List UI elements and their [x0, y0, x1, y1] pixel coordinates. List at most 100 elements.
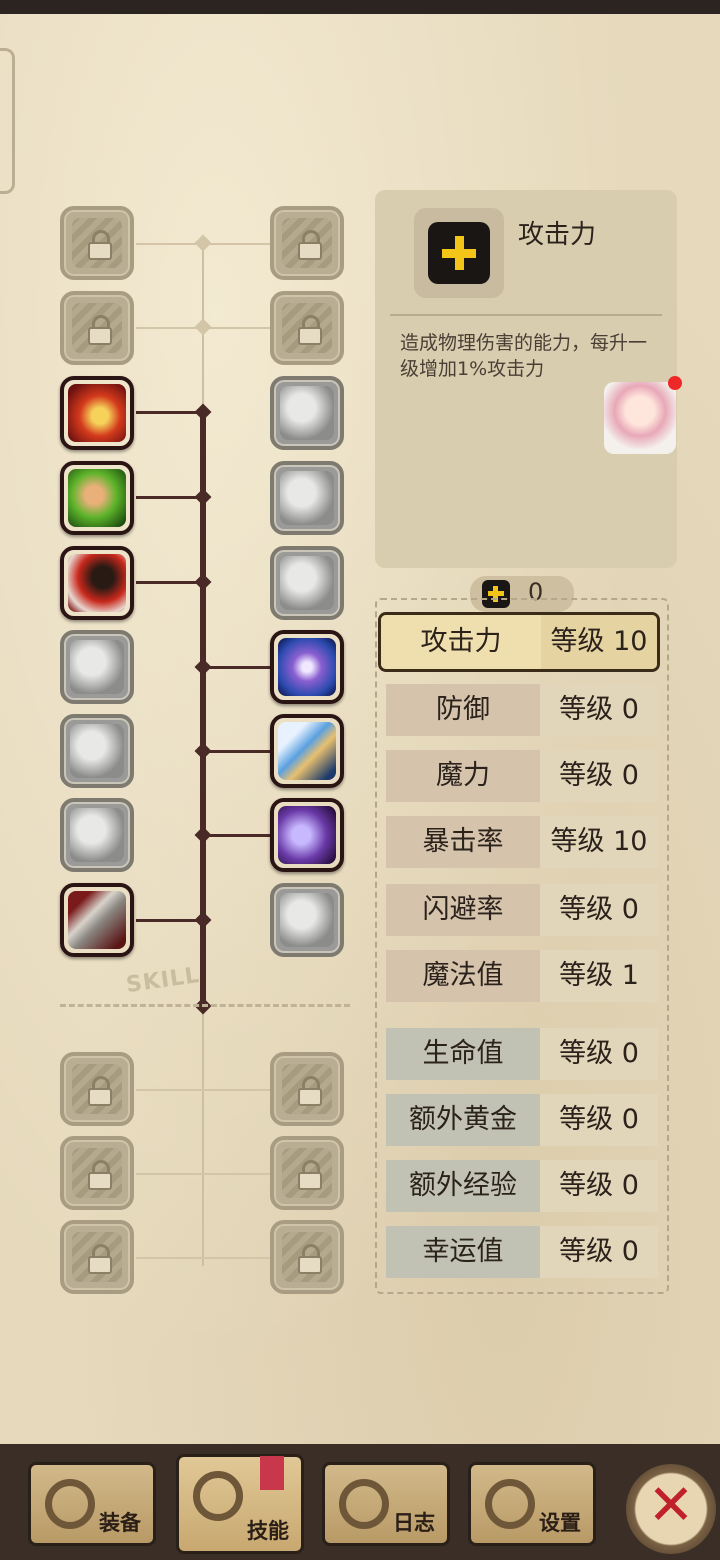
skill-slot-locked[interactable]: [270, 1052, 344, 1126]
avatar[interactable]: [604, 382, 676, 454]
skill-slot-locked[interactable]: [270, 1220, 344, 1294]
skill-slot-inactive[interactable]: [270, 546, 344, 620]
skill-slot-locked[interactable]: [60, 1136, 134, 1210]
stat-level: 等级 10: [540, 816, 658, 868]
stat-level: 等级 0: [540, 884, 658, 936]
stat-name: 魔力: [386, 750, 540, 802]
stat-level: 等级 0: [540, 1226, 658, 1278]
tree-node: [194, 742, 212, 760]
tree-branch: [136, 496, 203, 499]
tree-branch: [203, 750, 270, 753]
lock-icon: [298, 315, 322, 345]
nav-label: 技能: [247, 1519, 289, 1543]
skill-slot-locked[interactable]: [60, 1052, 134, 1126]
nav-equipment-button[interactable]: 装备: [28, 1462, 156, 1546]
lock-icon: [88, 230, 112, 260]
tier-divider: [60, 1004, 350, 1007]
info-description: 造成物理伤害的能力，每升一级增加1%攻击力: [400, 332, 648, 380]
lock-icon: [88, 1244, 112, 1274]
book-icon: [339, 1479, 389, 1529]
tree-branch: [136, 919, 203, 922]
nav-log-button[interactable]: 日志: [322, 1462, 450, 1546]
stat-row-mana[interactable]: 魔法值 等级 1: [386, 950, 658, 1002]
stat-row-defense[interactable]: 防御 等级 0: [386, 684, 658, 736]
stat-name: 攻击力: [381, 615, 541, 669]
tree-node: [194, 911, 212, 929]
stat-name: 生命值: [386, 1028, 540, 1080]
skill-slot-inactive[interactable]: [60, 630, 134, 704]
tree-branch: [136, 1173, 270, 1175]
stat-row-gold[interactable]: 额外黄金 等级 0: [386, 1094, 658, 1146]
tree-branch: [203, 834, 270, 837]
tree-branch: [136, 1089, 270, 1091]
skill-icon: [193, 1471, 243, 1521]
skill-slot-rage[interactable]: [60, 376, 134, 450]
tree-branch: [136, 581, 203, 584]
skill-slot-inactive[interactable]: [60, 714, 134, 788]
skill-slot-locked[interactable]: [270, 291, 344, 365]
skill-slot-inactive[interactable]: [60, 798, 134, 872]
stat-row-dodge[interactable]: 闪避率 等级 0: [386, 884, 658, 936]
stat-name: 暴击率: [386, 816, 540, 868]
nav-settings-button[interactable]: 设置: [468, 1462, 596, 1546]
skill-slot-locked[interactable]: [270, 1136, 344, 1210]
skill-slot-locked[interactable]: [60, 206, 134, 280]
tree-node: [194, 488, 212, 506]
gear-icon: [485, 1479, 535, 1529]
stat-name: 额外经验: [386, 1160, 540, 1212]
lock-icon: [298, 230, 322, 260]
stat-level: 等级 10: [541, 615, 657, 669]
stat-name: 幸运值: [386, 1226, 540, 1278]
skill-slot-curse[interactable]: [270, 798, 344, 872]
tree-node: [194, 403, 212, 421]
tree-node: [194, 318, 212, 336]
stat-level: 等级 0: [540, 1094, 658, 1146]
skill-slot-slash[interactable]: [270, 714, 344, 788]
tree-branch: [203, 666, 270, 669]
axe-icon: [45, 1479, 95, 1529]
skill-tier-label: SKILL: [124, 962, 202, 999]
close-button[interactable]: ✕: [626, 1464, 716, 1554]
skill-slot-strike[interactable]: [60, 546, 134, 620]
stat-row-crit[interactable]: 暴击率 等级 10: [386, 816, 658, 868]
info-divider: [390, 314, 662, 316]
stat-level: 等级 0: [540, 684, 658, 736]
nav-label: 日志: [393, 1511, 435, 1535]
stat-level: 等级 0: [540, 750, 658, 802]
skill-slot-locked[interactable]: [270, 206, 344, 280]
stat-row-magic[interactable]: 魔力 等级 0: [386, 750, 658, 802]
nav-label: 装备: [99, 1511, 141, 1535]
tree-node: [194, 658, 212, 676]
stat-row-luck[interactable]: 幸运值 等级 0: [386, 1226, 658, 1278]
plus-icon: [428, 222, 490, 284]
stat-row-exp[interactable]: 额外经验 等级 0: [386, 1160, 658, 1212]
stat-level: 等级 0: [540, 1028, 658, 1080]
tree-node: [194, 573, 212, 591]
skill-slot-strength[interactable]: [60, 461, 134, 535]
stat-name: 闪避率: [386, 884, 540, 936]
skill-slot-eye[interactable]: [270, 630, 344, 704]
tree-node: [194, 234, 212, 252]
skill-slot-inactive[interactable]: [270, 883, 344, 957]
lock-icon: [298, 1160, 322, 1190]
skill-slot-sword[interactable]: [60, 883, 134, 957]
stat-level: 等级 0: [540, 1160, 658, 1212]
tree-branch: [136, 411, 203, 414]
notification-dot: [668, 376, 682, 390]
skill-tree: SKILL: [0, 0, 360, 1320]
stat-level: 等级 1: [540, 950, 658, 1002]
skill-slot-locked[interactable]: [60, 291, 134, 365]
stat-name: 额外黄金: [386, 1094, 540, 1146]
nav-label: 设置: [539, 1511, 581, 1535]
stat-name: 防御: [386, 684, 540, 736]
stat-row-hp[interactable]: 生命值 等级 0: [386, 1028, 658, 1080]
bookmark-icon: [260, 1456, 284, 1490]
skill-slot-locked[interactable]: [60, 1220, 134, 1294]
skill-slot-inactive[interactable]: [270, 461, 344, 535]
stat-row-attack[interactable]: 攻击力 等级 10: [378, 612, 660, 672]
lock-icon: [298, 1076, 322, 1106]
info-title: 攻击力: [518, 220, 597, 250]
skill-slot-inactive[interactable]: [270, 376, 344, 450]
nav-skills-button[interactable]: 技能: [176, 1454, 304, 1554]
close-icon: ✕: [647, 1473, 695, 1538]
